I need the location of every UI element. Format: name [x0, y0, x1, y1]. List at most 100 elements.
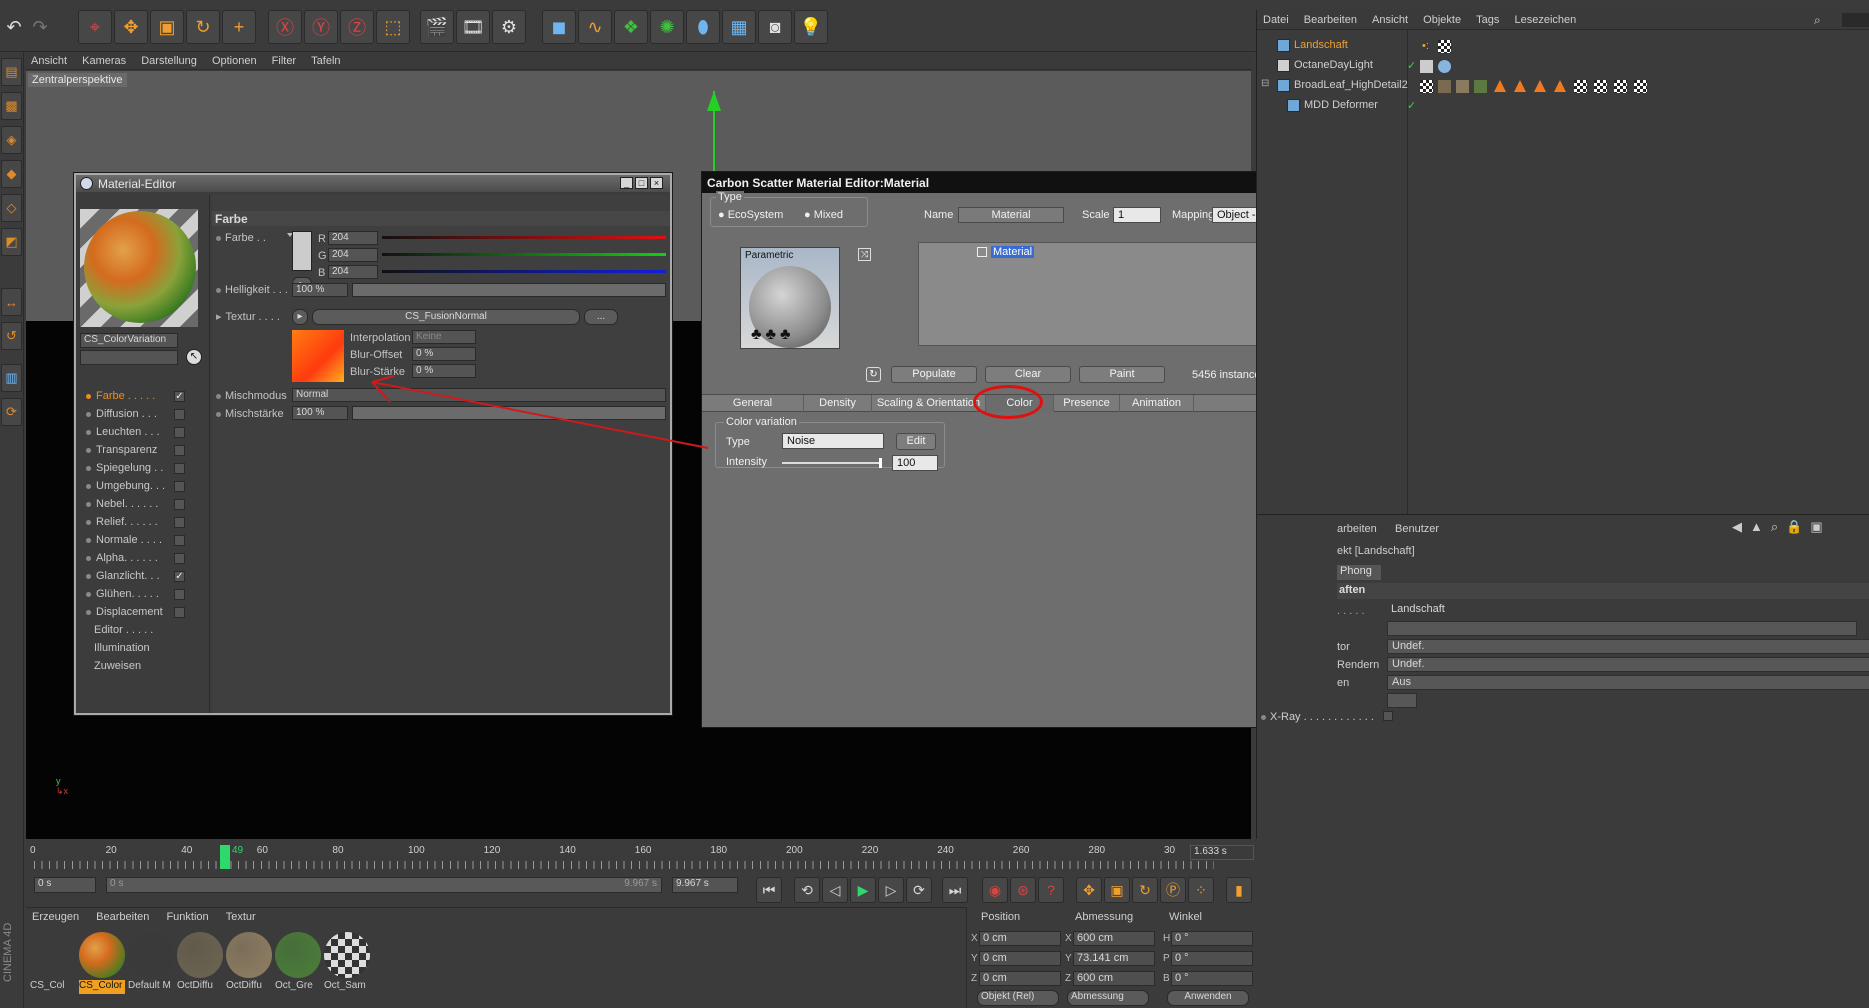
coord-size-field[interactable]: 600 cm	[1073, 971, 1155, 986]
keyframe-help-icon[interactable]: ?	[1038, 877, 1064, 903]
material-thumbnail[interactable]	[177, 932, 223, 978]
collapse-icon[interactable]: ⊟	[1261, 78, 1269, 89]
panel-tab[interactable]	[1842, 13, 1869, 27]
coord-angle-field[interactable]: 0 °	[1171, 931, 1253, 946]
material-thumbnail[interactable]	[324, 932, 370, 978]
record-icon[interactable]: ◉	[982, 877, 1008, 903]
coord-position-field[interactable]: 0 cm	[979, 931, 1061, 946]
xray-checkbox[interactable]	[1383, 711, 1393, 721]
tag-11-icon[interactable]	[1614, 80, 1627, 93]
timeline-ruler[interactable]	[34, 861, 1214, 869]
autokey-icon[interactable]: ⊛	[1010, 877, 1036, 903]
sky-tag-icon[interactable]	[1438, 60, 1451, 73]
key-scale-icon[interactable]: ▣	[1104, 877, 1130, 903]
octane-tag-icon[interactable]	[1420, 60, 1433, 73]
time-value-field[interactable]: 1.633 s	[1190, 845, 1254, 860]
material-name[interactable]: OctDiffu	[226, 980, 272, 994]
tag-10-icon[interactable]	[1594, 80, 1607, 93]
coord-axis-label: B	[1163, 973, 1170, 984]
coord-axis-label: Y	[971, 953, 978, 964]
material-name[interactable]: Oct_Sam	[324, 980, 370, 994]
tag-4-icon[interactable]	[1474, 80, 1487, 93]
coord-position-field[interactable]: 0 cm	[979, 951, 1061, 966]
object-row-octanedaylight[interactable]: OctaneDayLight ✓	[1257, 56, 1869, 76]
tag-12-icon[interactable]	[1634, 80, 1647, 93]
next-frame-icon[interactable]: ▷	[878, 877, 904, 903]
key-position-icon[interactable]: ✥	[1076, 877, 1102, 903]
tag-8-icon[interactable]	[1554, 80, 1566, 92]
material-thumbnail[interactable]	[226, 932, 272, 978]
object-row-mdd-deformer[interactable]: MDD Deformer ✓	[1257, 96, 1869, 116]
timeline-tick-label: 140	[559, 845, 576, 856]
object-row-broadleaf[interactable]: ⊟ BroadLeaf_HighDetail2	[1257, 76, 1869, 96]
tag-6-icon[interactable]	[1514, 80, 1526, 92]
attr-nav-icons[interactable]: ◀▲⌕🔒▣	[1732, 519, 1831, 535]
key-parameter-icon[interactable]: Ⓟ	[1160, 877, 1186, 903]
material-thumbnail[interactable]	[30, 932, 76, 978]
tag-7-icon[interactable]	[1534, 80, 1546, 92]
tag-9-icon[interactable]	[1574, 80, 1587, 93]
material-thumbnail[interactable]	[275, 932, 321, 978]
timeline[interactable]: 0 20 40 60 80 100 120 140 160 180 200 220 240 260 280 3…	[26, 841, 1256, 873]
enabled-check-icon[interactable]: ✓	[1407, 99, 1416, 112]
material-name[interactable]: CS_Color	[79, 980, 125, 994]
material-name[interactable]: Default M	[128, 980, 174, 994]
attr-small-field[interactable]	[1387, 693, 1417, 708]
timeline-window-icon[interactable]: ▮	[1226, 877, 1252, 903]
coord-size-mode-select[interactable]: Abmessung	[1067, 990, 1149, 1006]
coord-header-angle: Winkel	[1169, 911, 1203, 923]
tag-5-icon[interactable]	[1494, 80, 1506, 92]
coord-size-field[interactable]: 73.141 cm	[1073, 951, 1155, 966]
coord-angle-field[interactable]: 0 °	[1171, 951, 1253, 966]
attr-name-field[interactable]: Landschaft	[1387, 603, 1869, 618]
attr-tab-phong[interactable]: Phong	[1337, 565, 1381, 580]
objects-menu-bearbeiten[interactable]: Bearbeiten	[1298, 10, 1363, 26]
search-icon[interactable]: ⌕	[1814, 13, 1821, 28]
next-key-icon[interactable]: ⟳	[906, 877, 932, 903]
range-slider[interactable]: 0 s 9.967 s	[106, 877, 662, 893]
material-name[interactable]: Oct_Gre	[275, 980, 321, 994]
end-time-field[interactable]: 9.967 s	[672, 877, 738, 893]
attr-row-field-1[interactable]: Undef.	[1387, 639, 1869, 654]
material-thumbnail[interactable]	[128, 932, 174, 978]
object-row-landschaft[interactable]: Landschaft •:	[1257, 36, 1869, 56]
material-name[interactable]: OctDiffu	[177, 980, 223, 994]
prev-frame-icon[interactable]: ◁	[822, 877, 848, 903]
phong-tag-icon[interactable]: •:	[1422, 40, 1429, 52]
material-thumbnail[interactable]	[79, 932, 125, 978]
timeline-tick-label: 100	[408, 845, 425, 856]
goto-start-icon[interactable]: ⏮	[756, 877, 782, 903]
material-menu-bearbeiten[interactable]: Bearbeiten	[90, 908, 157, 923]
coord-mode-select[interactable]: Objekt (Rel)	[977, 990, 1059, 1006]
tag-2-icon[interactable]	[1438, 80, 1451, 93]
material-menu-funktion[interactable]: Funktion	[160, 908, 216, 923]
attr-row-field-3[interactable]: Aus	[1387, 675, 1869, 690]
material-menu-erzeugen[interactable]: Erzeugen	[26, 908, 87, 923]
play-icon[interactable]: ▶	[850, 877, 876, 903]
key-pla-icon[interactable]: ⁘	[1188, 877, 1214, 903]
tag-3-icon[interactable]	[1456, 80, 1469, 93]
attr-menu-benutzer[interactable]: Benutzer	[1395, 523, 1439, 535]
attr-row-field-2[interactable]: Undef.	[1387, 657, 1869, 672]
enabled-check-icon[interactable]: ✓	[1407, 59, 1416, 72]
coord-position-field[interactable]: 0 cm	[979, 971, 1061, 986]
material-name[interactable]: CS_Col	[30, 980, 76, 994]
material-menu-textur[interactable]: Textur	[220, 908, 264, 923]
objects-menu-datei[interactable]: Datei	[1257, 10, 1295, 26]
start-time-field[interactable]: 0 s	[34, 877, 96, 893]
apply-button[interactable]: Anwenden	[1167, 990, 1249, 1006]
tag-1-icon[interactable]	[1420, 80, 1433, 93]
key-rotation-icon[interactable]: ↻	[1132, 877, 1158, 903]
attr-layer-field[interactable]	[1387, 621, 1857, 636]
objects-menu-lesezeichen[interactable]: Lesezeichen	[1508, 10, 1582, 26]
objects-menu-tags[interactable]: Tags	[1470, 10, 1505, 26]
goto-end-icon[interactable]: ⏭	[942, 877, 968, 903]
objects-menu-objekte[interactable]: Objekte	[1417, 10, 1467, 26]
objects-menu-ansicht[interactable]: Ansicht	[1366, 10, 1414, 26]
material-tag-icon[interactable]	[1438, 40, 1451, 53]
coord-angle-field[interactable]: 0 °	[1171, 971, 1253, 986]
attr-menu-bearbeiten[interactable]: arbeiten	[1337, 523, 1377, 535]
prev-key-icon[interactable]: ⟲	[794, 877, 820, 903]
coord-size-field[interactable]: 600 cm	[1073, 931, 1155, 946]
playhead[interactable]	[220, 845, 230, 869]
